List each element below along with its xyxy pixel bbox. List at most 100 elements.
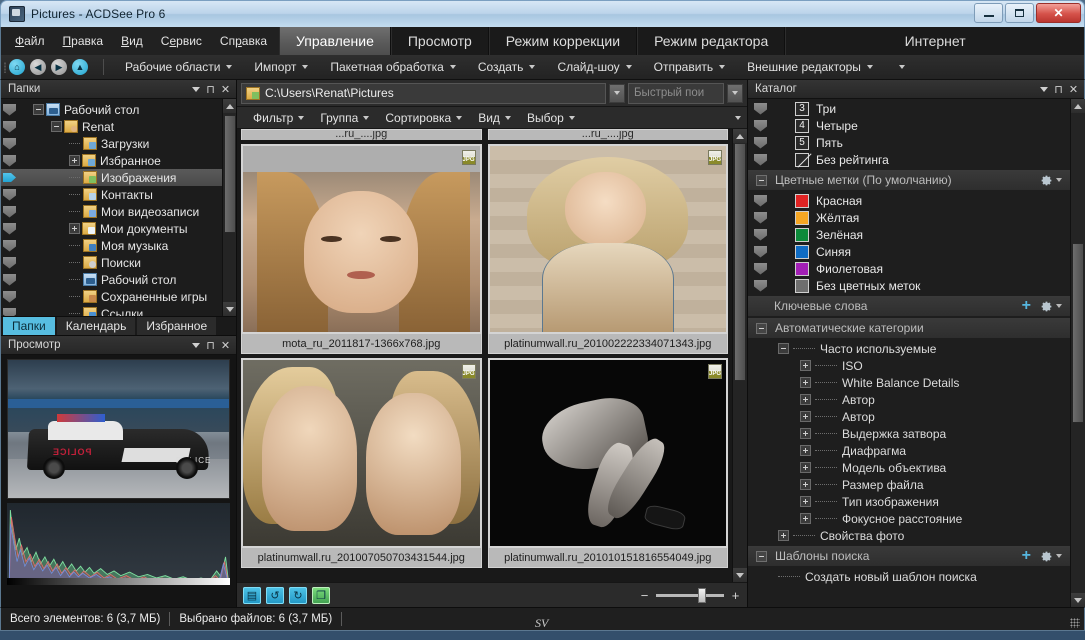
catalog-color-label-item[interactable]: Фиолетовая — [748, 260, 1070, 277]
thumbnail-image[interactable]: JPG — [487, 358, 728, 548]
catalog-category-item[interactable]: Свойства фото — [748, 527, 1070, 544]
catalog-category-item[interactable]: Автор — [748, 408, 1070, 425]
rating-flag-icon[interactable] — [3, 273, 16, 286]
close-button[interactable]: ✕ — [1036, 3, 1081, 23]
send-button[interactable]: Отправить — [643, 55, 737, 79]
scroll-down-button[interactable] — [1070, 593, 1085, 607]
rating-flag-icon[interactable] — [3, 222, 16, 235]
tab-view[interactable]: Просмотр — [390, 27, 489, 55]
expand-icon[interactable] — [800, 377, 811, 388]
catalog-category-item[interactable]: Модель объектива — [748, 459, 1070, 476]
resize-grip[interactable] — [1070, 618, 1080, 628]
close-icon[interactable]: ✕ — [219, 339, 232, 352]
expand-icon[interactable] — [800, 411, 811, 422]
import-button[interactable]: Импорт — [243, 55, 319, 79]
catalog-scrollbar[interactable] — [1070, 99, 1085, 607]
menu-item-edit[interactable]: Правка — [63, 34, 104, 48]
select-button[interactable]: Выбор — [519, 111, 583, 125]
scroll-up-button[interactable] — [733, 129, 747, 143]
back-icon[interactable]: ◀ — [30, 59, 46, 75]
keywords-header[interactable]: Ключевые слова + — [748, 296, 1070, 316]
folder-tree-item[interactable]: Рабочий стол — [1, 271, 222, 288]
rating-flag-icon[interactable] — [754, 211, 767, 224]
catalog-category-item[interactable]: Автор — [748, 391, 1070, 408]
tab-favorites[interactable]: Избранное — [137, 317, 217, 335]
toolbar-grip[interactable] — [1, 55, 9, 79]
rating-flag-icon[interactable] — [3, 120, 16, 133]
tab-editor[interactable]: Режим редактора — [637, 27, 786, 55]
panel-menu-button[interactable] — [1037, 83, 1050, 96]
rating-flag-icon[interactable] — [3, 188, 16, 201]
tab-manage[interactable]: Управление — [279, 27, 391, 55]
catalog-rating-item[interactable]: 5 Пять — [748, 134, 1070, 151]
toolbar-overflow-button[interactable] — [888, 55, 916, 79]
plus-icon[interactable]: + — [1022, 548, 1031, 564]
forward-icon[interactable]: ▶ — [51, 59, 67, 75]
catalog-category-item[interactable]: ISO — [748, 357, 1070, 374]
tab-online[interactable]: Интернет — [785, 27, 1084, 55]
rating-flag-icon[interactable] — [3, 256, 16, 269]
tab-folders[interactable]: Папки — [3, 317, 55, 335]
zoom-slider[interactable] — [656, 587, 724, 603]
thumbnail-image[interactable]: JPG — [241, 144, 482, 334]
tab-calendar[interactable]: Календарь — [56, 317, 136, 335]
minimize-button[interactable] — [974, 3, 1003, 23]
folder-tree-item[interactable]: Renat — [1, 118, 222, 135]
collapse-icon[interactable] — [33, 104, 44, 115]
catalog-color-label-item[interactable]: Синяя — [748, 243, 1070, 260]
catalog-category-item[interactable]: Фокусное расстояние — [748, 510, 1070, 527]
scroll-track[interactable] — [222, 113, 236, 302]
menu-item-file[interactable]: ФФайлайл — [15, 34, 45, 48]
scroll-thumb[interactable] — [223, 115, 236, 233]
collapse-icon[interactable] — [778, 343, 789, 354]
close-icon[interactable]: ✕ — [219, 83, 232, 96]
rating-flag-icon[interactable] — [754, 119, 767, 132]
expand-icon[interactable] — [800, 394, 811, 405]
catalog-rating-item[interactable]: 4 Четыре — [748, 117, 1070, 134]
rating-flag-icon[interactable] — [754, 228, 767, 241]
folder-tree-item[interactable]: Ссылки — [1, 305, 222, 316]
folder-tree-item[interactable]: Рабочий стол — [1, 101, 222, 118]
thumbnail-item[interactable]: JPG platinumwall.ru_201010151816554049.j… — [487, 358, 728, 568]
thumbnail-scrollbar[interactable] — [732, 129, 747, 582]
up-icon[interactable]: ▲ — [72, 59, 88, 75]
create-button[interactable]: Создать — [467, 55, 547, 79]
folder-tree-item[interactable]: Моя музыка — [1, 237, 222, 254]
expand-icon[interactable] — [800, 360, 811, 371]
collapse-icon[interactable] — [756, 322, 767, 334]
expand-icon[interactable] — [800, 496, 811, 507]
scroll-down-button[interactable] — [222, 302, 236, 316]
catalog-rating-item[interactable]: 3 Три — [748, 100, 1070, 117]
folder-tree-item[interactable]: Изображения — [1, 169, 222, 186]
expand-icon[interactable] — [69, 155, 80, 166]
window-mode-icon[interactable]: ❐ — [312, 586, 330, 604]
expand-icon[interactable] — [800, 479, 811, 490]
scroll-up-button[interactable] — [1070, 99, 1085, 113]
filterbar-overflow-icon[interactable] — [735, 115, 741, 120]
search-dropdown-button[interactable] — [727, 83, 743, 103]
collapse-icon[interactable] — [756, 174, 767, 186]
panel-menu-button[interactable] — [189, 339, 202, 352]
rating-flag-icon[interactable] — [3, 137, 16, 150]
path-dropdown-button[interactable] — [609, 83, 625, 103]
view-button[interactable]: Вид — [470, 111, 519, 125]
expand-icon[interactable] — [800, 428, 811, 439]
folder-tree-item[interactable]: Поиски — [1, 254, 222, 271]
thumbnail-item[interactable]: JPG platinumwall.ru_201007050703431544.j… — [241, 358, 482, 568]
rating-flag-icon[interactable] — [754, 194, 767, 207]
scroll-thumb[interactable] — [734, 143, 746, 381]
chevron-down-icon[interactable] — [1056, 554, 1062, 558]
zoom-in-button[interactable]: + — [730, 588, 741, 603]
rating-flag-icon[interactable] — [754, 153, 767, 166]
catalog-category-item[interactable]: Размер файла — [748, 476, 1070, 493]
folder-tree-item[interactable]: Избранное — [1, 152, 222, 169]
catalog-category-item[interactable]: Выдержка затвора — [748, 425, 1070, 442]
add-image-icon[interactable]: ▤ — [243, 586, 261, 604]
thumbnail-item[interactable]: JPG platinumwall.ru_201002222334071343.j… — [487, 144, 728, 354]
plus-icon[interactable]: + — [1022, 298, 1031, 314]
scroll-track[interactable] — [1070, 113, 1085, 593]
maximize-button[interactable] — [1005, 3, 1034, 23]
catalog-category-item[interactable]: White Balance Details — [748, 374, 1070, 391]
rating-flag-icon[interactable] — [3, 103, 16, 116]
folder-tree-item[interactable]: Сохраненные игры — [1, 288, 222, 305]
